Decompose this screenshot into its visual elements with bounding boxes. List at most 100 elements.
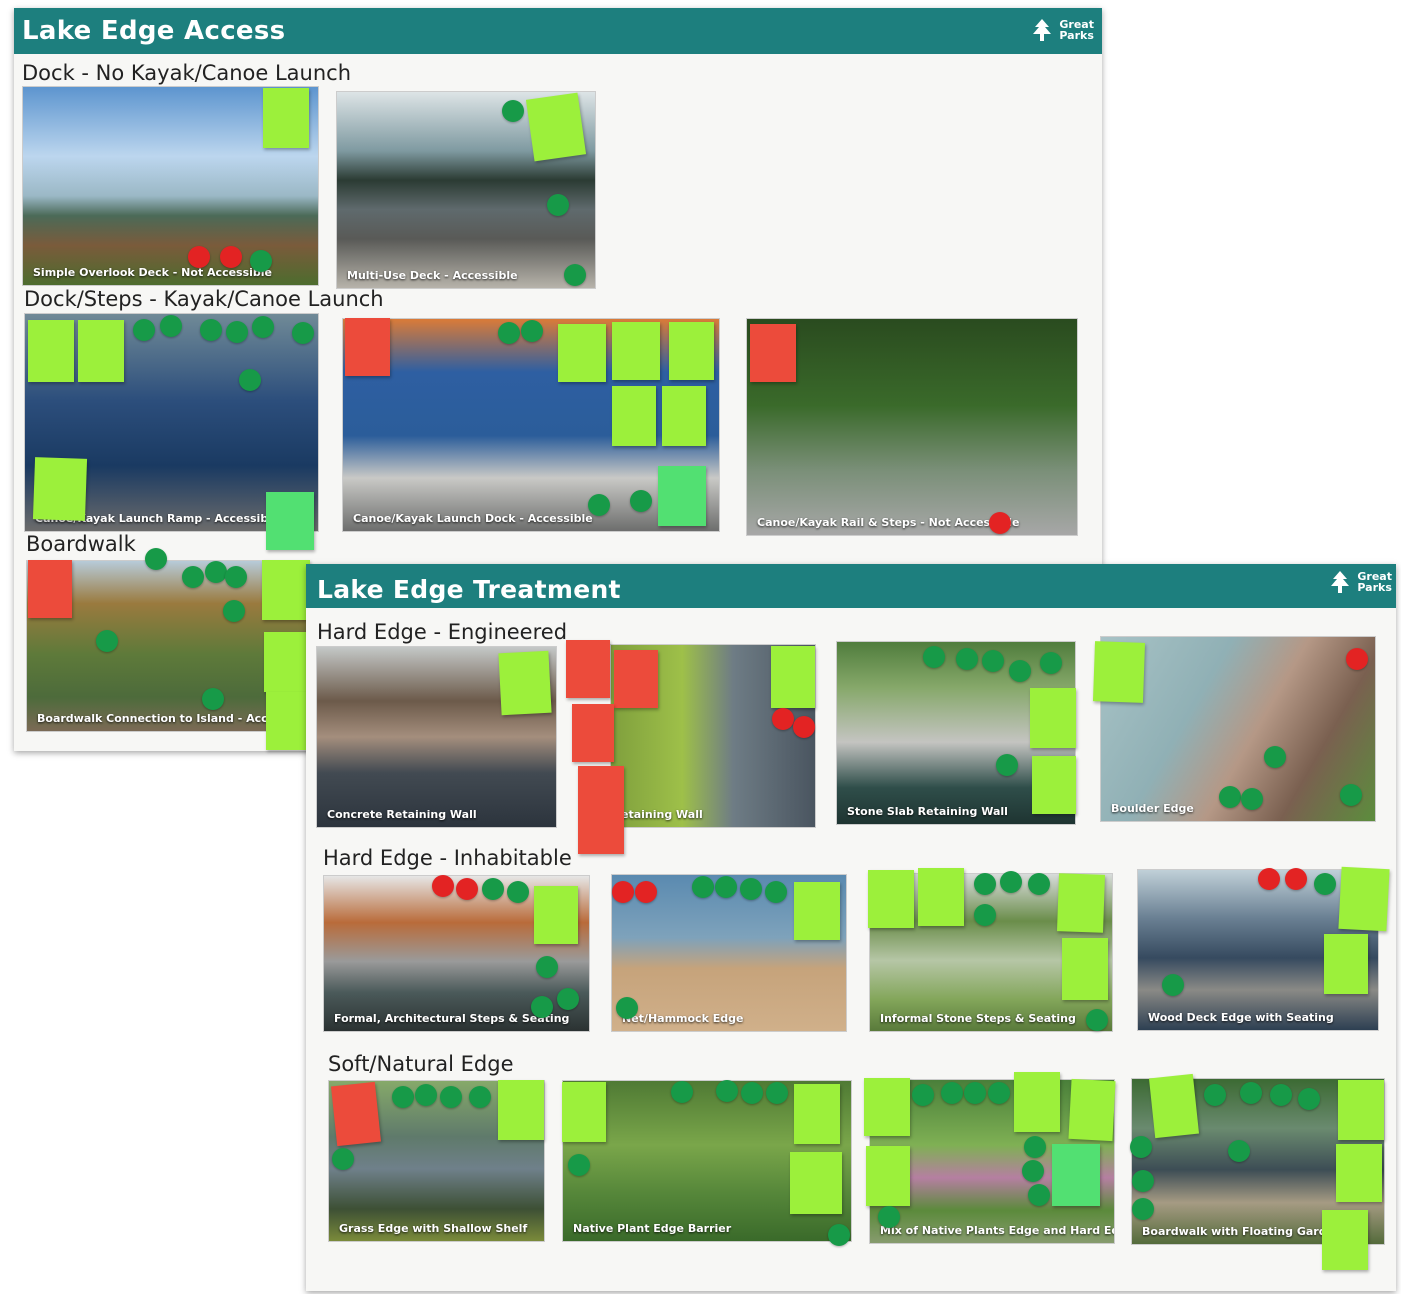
sticky-note [612, 386, 656, 446]
red-dot [188, 246, 210, 268]
green-dot [564, 264, 586, 286]
green-dot [250, 250, 272, 272]
sticky-note [498, 650, 552, 716]
brand-logo: Great Parks [1031, 18, 1094, 42]
green-dot [741, 1082, 763, 1104]
green-dot [616, 997, 638, 1019]
green-dot [182, 566, 204, 588]
board-title: Lake Edge Access [22, 16, 286, 46]
green-dot [507, 881, 529, 903]
green-dot [440, 1086, 462, 1108]
green-dot [415, 1084, 437, 1106]
green-dot [1204, 1084, 1226, 1106]
sticky-note-red [572, 704, 614, 762]
sticky-note [868, 870, 914, 928]
brand-line2: Parks [1059, 29, 1094, 42]
sticky-note [558, 324, 606, 382]
sticky-note [662, 386, 706, 446]
green-dot [133, 319, 155, 341]
green-dot [502, 100, 524, 122]
sticky-note [1014, 1072, 1060, 1132]
green-dot [482, 878, 504, 900]
photo-caption: Informal Stone Steps & Seating [880, 1012, 1076, 1025]
sticky-note [263, 88, 309, 148]
green-dot [964, 1082, 986, 1104]
red-dot [612, 881, 634, 903]
green-dot [715, 876, 737, 898]
sticky-note [1336, 1144, 1382, 1202]
photo-caption: Mix of Native Plants Edge and Hard Edge [880, 1224, 1115, 1237]
sticky-note [534, 886, 578, 944]
green-dot [1040, 652, 1062, 674]
green-dot [630, 490, 652, 512]
sticky-note [1322, 1210, 1368, 1270]
green-dot [498, 322, 520, 344]
board-title: Lake Edge Treatment [317, 575, 621, 604]
brand-line2: Parks [1357, 581, 1392, 594]
green-dot [1028, 873, 1050, 895]
green-dot [1340, 784, 1362, 806]
red-dot [1346, 648, 1368, 670]
sticky-note [1338, 866, 1390, 932]
green-dot [1219, 786, 1241, 808]
photo-caption: Boulder Edge [1111, 802, 1194, 815]
sticky-note-red [578, 766, 624, 854]
sticky-note [866, 1146, 910, 1206]
photo-caption: Stone Slab Retaining Wall [847, 805, 1008, 818]
green-dot [982, 650, 1004, 672]
section-dock-no-launch: Dock - No Kayak/Canoe Launch [22, 61, 352, 85]
green-dot [96, 630, 118, 652]
green-dot [202, 688, 224, 710]
green-dot [469, 1086, 491, 1108]
green-dot [1162, 974, 1184, 996]
sticky-note [28, 320, 74, 382]
green-dot [568, 1154, 590, 1176]
green-dot [878, 1206, 900, 1228]
section-dock-steps-launch: Dock/Steps - Kayak/Canoe Launch [24, 287, 384, 311]
sticky-note [1062, 938, 1108, 1000]
green-dot [1022, 1160, 1044, 1182]
green-dot [1298, 1088, 1320, 1110]
sticky-note [1092, 641, 1146, 703]
green-dot [941, 1082, 963, 1104]
sticky-note [562, 1082, 606, 1142]
sticky-note-red [330, 1081, 382, 1147]
sticky-note [864, 1078, 910, 1136]
green-dot [226, 321, 248, 343]
green-dot [239, 369, 261, 391]
board-lake-edge-treatment: Lake Edge Treatment Great Parks Hard Edge… [306, 564, 1396, 1291]
sticky-note [794, 1084, 840, 1144]
sticky-note [525, 92, 587, 162]
sticky-note [1148, 1073, 1200, 1139]
red-dot [456, 878, 478, 900]
sticky-note [1030, 688, 1076, 748]
green-dot [252, 316, 274, 338]
tree-icon [1033, 19, 1052, 41]
sticky-note [790, 1152, 842, 1214]
red-dot [635, 881, 657, 903]
photo-caption: Multi-Use Deck - Accessible [347, 269, 518, 282]
red-dot [220, 246, 242, 268]
green-dot [974, 904, 996, 926]
section-soft-natural: Soft/Natural Edge [328, 1052, 514, 1076]
green-dot [1132, 1198, 1154, 1220]
sticky-note [78, 320, 124, 382]
red-dot [432, 875, 454, 897]
green-dot [956, 648, 978, 670]
sticky-note-red [614, 650, 658, 708]
green-dot [536, 956, 558, 978]
green-dot [923, 646, 945, 668]
green-dot [160, 315, 182, 337]
sticky-note-red [566, 640, 610, 698]
green-dot [1132, 1170, 1154, 1192]
green-dot [521, 320, 543, 342]
green-dot [547, 194, 569, 216]
green-dot [671, 1081, 693, 1103]
green-dot [225, 566, 247, 588]
green-dot [332, 1148, 354, 1170]
sticky-note-red [28, 560, 72, 618]
photo-caption: Native Plant Edge Barrier [573, 1222, 732, 1235]
green-dot [692, 876, 714, 898]
red-dot [772, 708, 794, 730]
photo-caption: Net/Hammock Edge [622, 1012, 744, 1025]
